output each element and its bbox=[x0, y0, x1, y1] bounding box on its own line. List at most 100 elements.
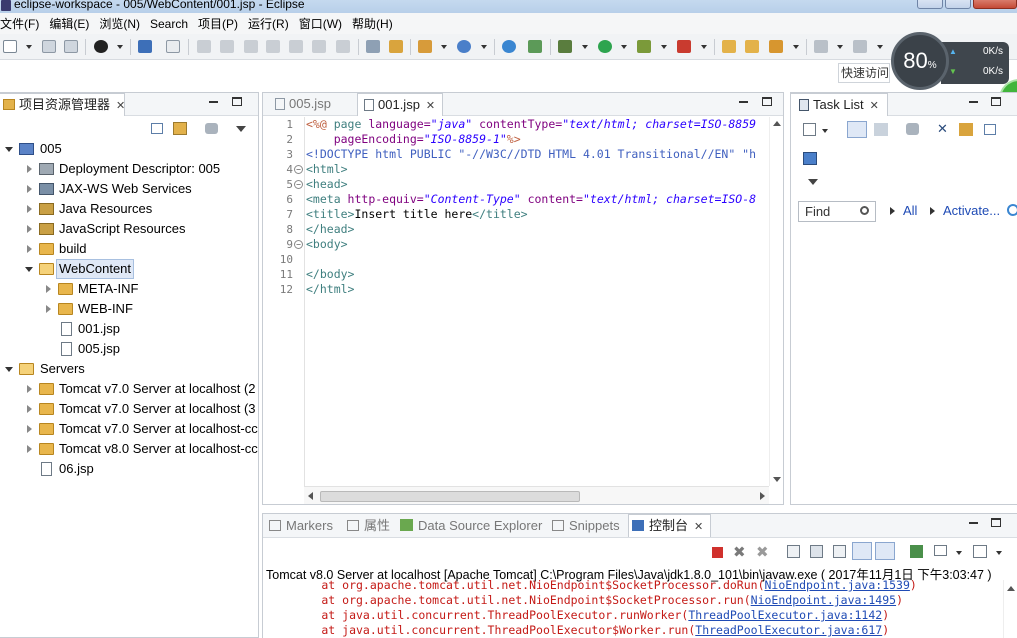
scroll-up-icon[interactable] bbox=[773, 121, 781, 126]
tab-snippets[interactable]: Snippets bbox=[550, 515, 626, 538]
tree-item-tomcat-1[interactable]: Tomcat v7.0 Server at localhost (2 bbox=[0, 379, 258, 399]
expand-icon[interactable] bbox=[27, 205, 32, 213]
profile-dropdown-icon[interactable] bbox=[117, 45, 123, 49]
save-all-icon[interactable] bbox=[64, 40, 78, 53]
tab-project-explorer[interactable]: 项目资源管理器 ✕ bbox=[0, 93, 125, 116]
tab-markers[interactable]: Markers bbox=[267, 515, 343, 538]
all-link[interactable]: All bbox=[903, 203, 917, 218]
stack-trace-link[interactable]: NioEndpoint.java:1495 bbox=[751, 593, 896, 607]
scroll-down-icon[interactable] bbox=[773, 477, 781, 482]
menu-search[interactable]: Search bbox=[150, 17, 192, 31]
maximize-icon[interactable] bbox=[991, 518, 1001, 527]
next-annotation-dropdown-icon[interactable] bbox=[837, 45, 843, 49]
minimize-icon[interactable] bbox=[969, 101, 978, 103]
menu-file[interactable]: 文件(F) bbox=[0, 15, 43, 32]
tab-data-source-explorer[interactable]: Data Source Explorer bbox=[398, 515, 548, 538]
show-on-stdout-icon[interactable] bbox=[852, 542, 872, 560]
tree-item-tomcat-3[interactable]: Tomcat v7.0 Server at localhost-cc bbox=[0, 419, 258, 439]
view-menu-icon[interactable] bbox=[236, 126, 246, 132]
tab-console[interactable]: 控制台 ✕ bbox=[628, 514, 711, 537]
code-line[interactable]: <body> bbox=[305, 237, 769, 252]
use-step-filters-icon[interactable] bbox=[389, 40, 403, 53]
code-line[interactable]: <!DOCTYPE html PUBLIC "-//W3C//DTD HTML … bbox=[305, 147, 769, 162]
open-type-dropdown-icon[interactable] bbox=[481, 45, 487, 49]
code-line[interactable]: <html> bbox=[305, 162, 769, 177]
close-tab-icon[interactable]: ✕ bbox=[426, 100, 435, 112]
stack-trace-link[interactable]: ThreadPoolExecutor.java:617 bbox=[695, 623, 882, 637]
code-line[interactable]: <title>Insert title here</title> bbox=[305, 207, 769, 222]
close-icon[interactable]: ✕ bbox=[694, 521, 703, 533]
code-line[interactable]: </html> bbox=[305, 282, 769, 297]
open-console-icon[interactable] bbox=[973, 545, 987, 558]
pen-dropdown-icon[interactable] bbox=[793, 45, 799, 49]
console-toggle-icon[interactable] bbox=[138, 40, 152, 53]
tab-properties[interactable]: 属性 bbox=[345, 515, 395, 538]
terminate-icon[interactable] bbox=[244, 40, 258, 53]
scroll-right-icon[interactable] bbox=[760, 492, 765, 500]
expand-icon[interactable] bbox=[5, 147, 13, 152]
scheduled-icon[interactable] bbox=[874, 123, 888, 136]
external-tools-dropdown-icon[interactable] bbox=[701, 45, 707, 49]
skip-breakpoints-icon[interactable] bbox=[166, 40, 180, 53]
expand-icon[interactable] bbox=[27, 185, 32, 193]
open-file-icon[interactable] bbox=[745, 40, 759, 53]
menu-run[interactable]: 运行(R) bbox=[248, 15, 293, 32]
collapse-icon[interactable] bbox=[25, 267, 33, 272]
terminate-icon[interactable] bbox=[712, 547, 723, 558]
collapse-all-icon[interactable] bbox=[151, 123, 163, 134]
open-console-dropdown-icon[interactable] bbox=[996, 551, 1002, 555]
pin-console-icon[interactable] bbox=[910, 545, 923, 558]
tree-item-001-jsp[interactable]: 001.jsp bbox=[0, 319, 258, 339]
scroll-left-icon[interactable] bbox=[308, 492, 313, 500]
remove-launch-icon[interactable]: ✖ bbox=[733, 543, 746, 561]
link-with-editor-icon[interactable] bbox=[173, 122, 187, 135]
network-speed-widget[interactable]: 0K/s 0K/s 80% bbox=[891, 32, 1009, 92]
expand-icon[interactable] bbox=[27, 405, 32, 413]
tree-item-tomcat-4[interactable]: Tomcat v8.0 Server at localhost-cc bbox=[0, 439, 258, 459]
filter-icon[interactable] bbox=[906, 123, 919, 135]
new-server-dropdown-icon[interactable] bbox=[441, 45, 447, 49]
scroll-lock-icon[interactable] bbox=[810, 545, 823, 558]
tree-item-webcontent[interactable]: WebContent bbox=[0, 259, 258, 279]
code-line[interactable]: </body> bbox=[305, 267, 769, 282]
tree-item-javascript-resources[interactable]: JavaScript Resources bbox=[0, 219, 258, 239]
minimize-window-button[interactable] bbox=[917, 0, 943, 9]
stack-trace-link[interactable]: ThreadPoolExecutor.java:1142 bbox=[688, 608, 882, 622]
focus-icon[interactable] bbox=[959, 123, 973, 136]
menu-help[interactable]: 帮助(H) bbox=[352, 15, 397, 32]
stack-trace-link[interactable]: NioEndpoint.java:1539 bbox=[765, 578, 910, 592]
expand-icon[interactable] bbox=[27, 245, 32, 253]
filter-icon[interactable] bbox=[205, 123, 218, 134]
scroll-up-icon[interactable] bbox=[1007, 586, 1015, 591]
new-icon[interactable] bbox=[3, 40, 17, 53]
step-return-icon[interactable] bbox=[336, 40, 350, 53]
external-tools-icon[interactable] bbox=[677, 40, 691, 53]
profile-icon[interactable] bbox=[94, 40, 108, 53]
minimize-icon[interactable] bbox=[209, 101, 218, 103]
show-on-stderr-icon[interactable] bbox=[875, 542, 895, 560]
debug-icon[interactable] bbox=[558, 40, 572, 53]
tree-item-005-jsp[interactable]: 005.jsp bbox=[0, 339, 258, 359]
code-line[interactable]: pageEncoding="ISO-8859-1"%> bbox=[305, 132, 769, 147]
prev-annotation-icon[interactable] bbox=[853, 40, 867, 53]
close-icon[interactable]: ✕ bbox=[870, 100, 879, 112]
run-dropdown-icon[interactable] bbox=[621, 45, 627, 49]
menu-window[interactable]: 窗口(W) bbox=[299, 15, 346, 32]
menu-edit[interactable]: 编辑(E) bbox=[49, 15, 93, 32]
coverage-dropdown-icon[interactable] bbox=[661, 45, 667, 49]
pen-icon[interactable] bbox=[769, 40, 783, 53]
fold-toggle-icon[interactable]: − bbox=[294, 165, 303, 174]
run-icon[interactable] bbox=[598, 40, 612, 53]
web-browser-icon[interactable] bbox=[502, 40, 516, 53]
next-annotation-icon[interactable] bbox=[814, 40, 828, 53]
clear-console-icon[interactable] bbox=[787, 545, 800, 558]
maximize-icon[interactable] bbox=[991, 97, 1001, 106]
find-input[interactable]: Find bbox=[798, 201, 876, 222]
categorized-icon[interactable] bbox=[847, 121, 867, 138]
view-menu-icon[interactable] bbox=[808, 179, 818, 185]
step-into-icon[interactable] bbox=[289, 40, 303, 53]
new-server-icon[interactable] bbox=[418, 40, 432, 53]
code-line[interactable]: <%@ page language="java" contentType="te… bbox=[305, 117, 769, 132]
debug-dropdown-icon[interactable] bbox=[582, 45, 588, 49]
expand-icon[interactable] bbox=[27, 225, 32, 233]
